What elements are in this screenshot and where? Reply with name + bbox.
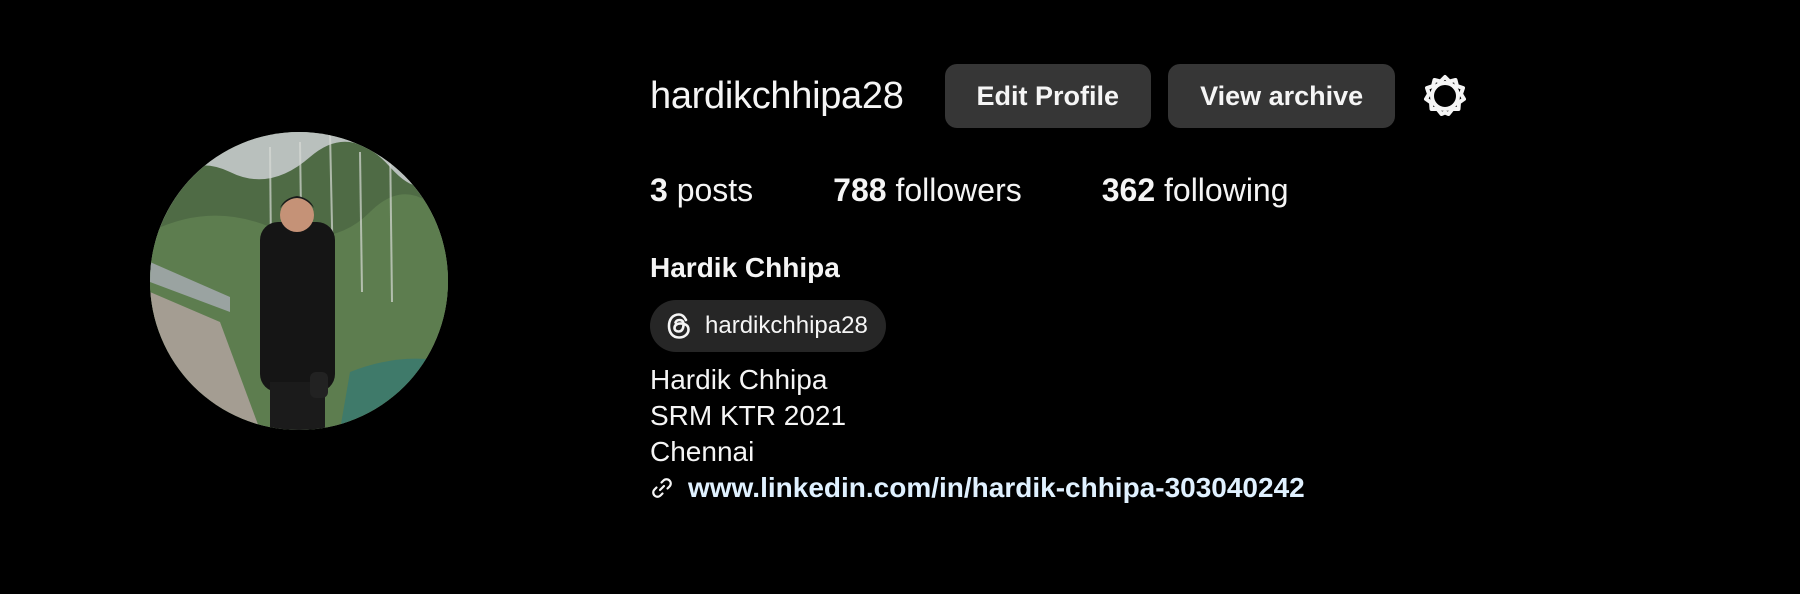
- bio-line: Hardik Chhipa: [650, 364, 828, 395]
- posts-count: 3: [650, 172, 668, 208]
- following-label: following: [1164, 172, 1289, 208]
- posts-stat: 3 posts: [650, 172, 753, 209]
- following-count: 362: [1101, 172, 1156, 208]
- posts-label: posts: [676, 172, 754, 208]
- profile-avatar[interactable]: [150, 132, 448, 430]
- profile-link-text: www.linkedin.com/in/hardik-chhipa-303040…: [688, 472, 1305, 503]
- full-name: Hardik Chhipa: [650, 252, 840, 283]
- threads-badge[interactable]: hardikchhipa28: [650, 300, 886, 352]
- avatar-photo: [150, 132, 448, 430]
- link-icon: [652, 478, 672, 498]
- profile-header-row: hardikchhipa28 Edit Profile View archive: [650, 64, 1469, 128]
- profile-stats: 3 posts 788 followers 362 following: [650, 172, 1369, 209]
- view-archive-button[interactable]: View archive: [1168, 64, 1396, 128]
- followers-label: followers: [895, 172, 1022, 208]
- username: hardikchhipa28: [650, 74, 904, 117]
- threads-icon: [667, 313, 690, 339]
- profile-link[interactable]: www.linkedin.com/in/hardik-chhipa-303040…: [650, 470, 1305, 506]
- threads-handle: hardikchhipa28: [705, 312, 868, 339]
- gear-icon: [1424, 75, 1467, 116]
- edit-profile-button[interactable]: Edit Profile: [944, 64, 1152, 128]
- bio: Hardik Chhipa SRM KTR 2021 Chennai: [650, 362, 846, 470]
- following-stat[interactable]: 362 following: [1102, 172, 1289, 209]
- settings-button[interactable]: [1421, 72, 1469, 120]
- profile-page: hardikchhipa28 Edit Profile View archive…: [0, 0, 1800, 594]
- followers-stat[interactable]: 788 followers: [833, 172, 1022, 209]
- bio-line: Chennai: [650, 436, 755, 467]
- followers-count: 788: [833, 172, 887, 208]
- bio-line: SRM KTR 2021: [650, 400, 847, 431]
